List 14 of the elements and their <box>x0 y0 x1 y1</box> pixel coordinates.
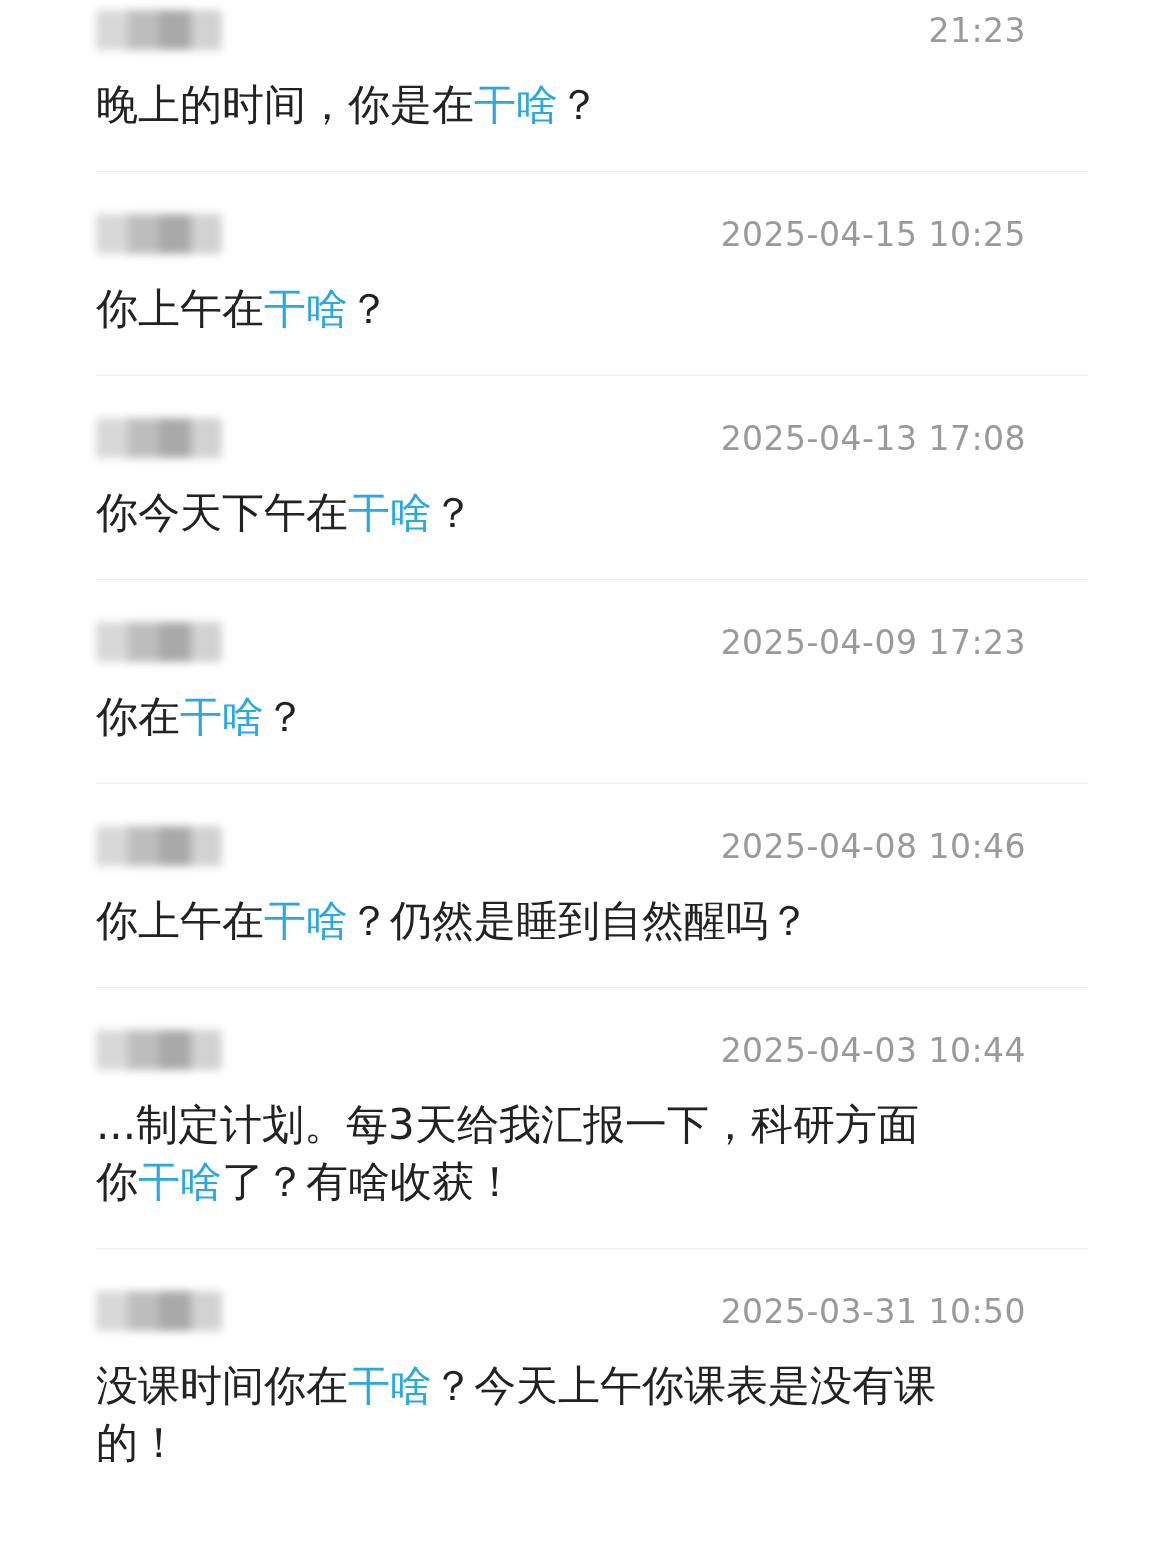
message-time: 2025-04-15 10:25 <box>720 214 1026 254</box>
message-text[interactable]: ...制定计划。每3天给我汇报一下，科研方面你干啥了？有啥收获！ <box>96 1096 941 1210</box>
message-text[interactable]: 你上午在干啥？仍然是睡到自然醒吗？ <box>96 892 941 949</box>
message-time: 2025-04-03 10:44 <box>720 1030 1026 1070</box>
message-text[interactable]: 没课时间你在干啥？今天上午你课表是没有课的！ <box>96 1357 941 1471</box>
message-time: 2025-04-13 17:08 <box>720 418 1026 458</box>
message-time: 2025-03-31 10:50 <box>720 1291 1026 1331</box>
message-time: 2025-04-08 10:46 <box>720 826 1026 866</box>
message-text[interactable]: 你在干啥？ <box>96 688 941 745</box>
message-time: 21:23 <box>928 10 1026 50</box>
message-text[interactable]: 晚上的时间，你是在干啥？ <box>96 76 941 133</box>
message-text[interactable]: 你今天下午在干啥？ <box>96 484 941 541</box>
message-text[interactable]: 你上午在干啥？ <box>96 280 941 337</box>
message-time: 2025-04-09 17:23 <box>720 622 1026 662</box>
